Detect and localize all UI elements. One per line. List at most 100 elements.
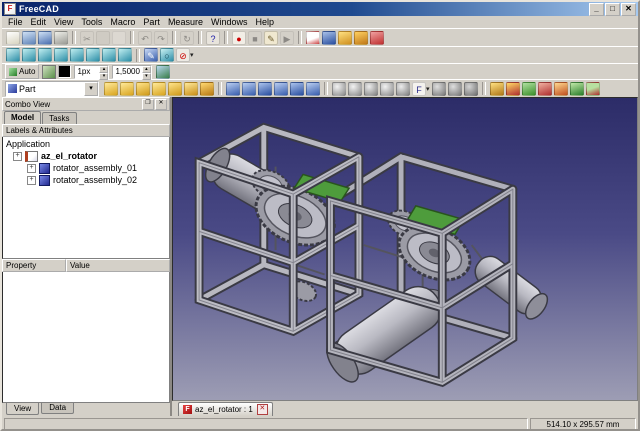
face-color-swatch[interactable] — [58, 65, 72, 78]
boolean-icon[interactable] — [332, 81, 346, 96]
construction-mode-button[interactable]: Auto — [5, 64, 40, 79]
apply-style-icon[interactable] — [155, 64, 170, 79]
expander-icon[interactable]: + — [13, 151, 22, 161]
cut-boolean-icon[interactable] — [380, 81, 394, 96]
line-color-icon[interactable] — [42, 64, 57, 79]
close-button[interactable]: ✕ — [621, 2, 636, 16]
menu-item-macro[interactable]: Macro — [106, 17, 139, 27]
expander-icon[interactable]: + — [27, 163, 36, 173]
scale-arrows[interactable]: ▴ ▾ — [141, 65, 151, 80]
toggle-all-measurements-icon[interactable] — [537, 81, 552, 96]
line-width-arrows[interactable]: ▴ ▾ — [99, 65, 109, 80]
value-column-header[interactable]: Value — [66, 259, 170, 272]
yellow-stack-icon[interactable] — [338, 30, 352, 45]
scale-spinbox[interactable]: 1,5000 ▴ ▾ — [112, 64, 152, 80]
model-tree[interactable]: Application + az_el_rotator + rotator_as… — [2, 137, 170, 259]
tab-model[interactable]: Model — [4, 111, 42, 124]
tree-assembly-row-2[interactable]: + rotator_assembly_02 — [3, 174, 169, 186]
document-tab-label[interactable]: az_el_rotator : 1 — [195, 405, 253, 414]
tree-document-row[interactable]: + az_el_rotator — [3, 150, 169, 162]
workbench-dropdown-arrow[interactable]: ▾ — [84, 81, 98, 96]
macro-record-icon[interactable]: ● — [232, 30, 246, 45]
extrude-icon[interactable] — [226, 81, 240, 96]
minimize-button[interactable]: _ — [589, 2, 604, 16]
set-square-icon[interactable] — [354, 30, 368, 45]
refresh-red-icon[interactable] — [370, 30, 384, 45]
tree-root-label[interactable]: Application — [6, 139, 50, 149]
section-icon[interactable] — [396, 81, 410, 96]
maximize-button[interactable]: □ — [605, 2, 620, 16]
property-column-header[interactable]: Property — [2, 259, 66, 272]
menu-item-tools[interactable]: Tools — [77, 17, 106, 27]
menu-item-edit[interactable]: Edit — [27, 17, 51, 27]
toggle-delta-measurement-icon[interactable] — [569, 81, 584, 96]
scale-value[interactable]: 1,5000 — [113, 66, 141, 78]
part-cone-icon[interactable] — [152, 81, 166, 96]
document-tab[interactable]: F az_el_rotator : 1 ✕ — [178, 402, 273, 416]
menu-item-help[interactable]: Help — [251, 17, 278, 27]
tree-column-header[interactable]: Labels & Attributes — [2, 124, 170, 137]
menu-item-measure[interactable]: Measure — [164, 17, 207, 27]
macro-edit-icon[interactable]: ✎ — [264, 30, 278, 45]
fillet-icon[interactable] — [274, 81, 288, 96]
tree-assembly-2-label[interactable]: rotator_assembly_02 — [53, 175, 137, 185]
fit-all-icon[interactable] — [6, 48, 20, 62]
part-sphere-icon[interactable] — [136, 81, 150, 96]
workbench-selector[interactable]: Part ▾ — [5, 80, 99, 97]
line-width-spinbox[interactable]: 1px ▴ ▾ — [74, 64, 110, 80]
cross-sections-icon[interactable]: F — [412, 81, 426, 96]
menu-item-windows[interactable]: Windows — [207, 17, 252, 27]
mirror-icon[interactable] — [258, 81, 272, 96]
menu-item-part[interactable]: Part — [139, 17, 164, 27]
part-box-icon[interactable] — [104, 81, 118, 96]
right-view-icon[interactable] — [70, 48, 84, 62]
part-torus-icon[interactable] — [168, 81, 182, 96]
offset-icon[interactable] — [431, 81, 446, 96]
measure-refresh-icon[interactable] — [521, 81, 536, 96]
measure-pen-icon[interactable]: ✎ — [144, 48, 158, 62]
save-document-icon[interactable] — [38, 30, 52, 45]
clear-measurement-icon-dropdown[interactable]: ▾ — [190, 51, 194, 59]
tree-root[interactable]: Application — [3, 138, 169, 150]
part-tube-icon[interactable] — [184, 81, 198, 96]
revolve-icon[interactable] — [242, 81, 256, 96]
chamfer-icon[interactable] — [290, 81, 304, 96]
tree-assembly-row-1[interactable]: + rotator_assembly_01 — [3, 162, 169, 174]
new-document-icon[interactable] — [6, 30, 20, 45]
cross-sections-icon-dropdown[interactable]: ▾ — [426, 85, 430, 93]
top-view-icon[interactable] — [54, 48, 68, 62]
zoom-icon[interactable]: ○ — [160, 48, 174, 62]
part-cylinder-icon[interactable] — [120, 81, 134, 96]
property-table-body[interactable] — [2, 272, 170, 403]
tab-close-icon[interactable]: ✕ — [256, 404, 268, 415]
dock-close-button[interactable]: ✕ — [155, 98, 167, 110]
union-icon[interactable] — [348, 81, 362, 96]
notebook-icon[interactable] — [306, 30, 320, 45]
thickness-icon[interactable] — [447, 81, 462, 96]
title-bar[interactable]: F FreeCAD _ □ ✕ — [2, 2, 638, 16]
expander-icon[interactable]: + — [27, 175, 36, 185]
menu-item-view[interactable]: View — [50, 17, 77, 27]
blue-upload-icon[interactable] — [322, 30, 336, 45]
dock-float-button[interactable]: ❐ — [142, 98, 154, 110]
property-tab-view[interactable]: View — [6, 403, 40, 415]
print-icon[interactable] — [54, 30, 68, 45]
axonometric-view-icon[interactable] — [22, 48, 36, 62]
front-view-icon[interactable] — [38, 48, 52, 62]
property-tab-data[interactable]: Data — [41, 403, 75, 414]
line-width-value[interactable]: 1px — [75, 66, 99, 78]
left-view-icon[interactable] — [118, 48, 132, 62]
tree-document-label[interactable]: az_el_rotator — [41, 151, 97, 161]
toggle-3d-measurement-icon[interactable] — [553, 81, 568, 96]
menu-item-file[interactable]: File — [4, 17, 27, 27]
combo-view-titlebar[interactable]: Combo View ❐ ✕ — [2, 97, 170, 111]
common-icon[interactable] — [364, 81, 378, 96]
measure-angular-icon[interactable] — [505, 81, 520, 96]
clear-all-measurements-icon[interactable] — [585, 81, 600, 96]
tab-tasks[interactable]: Tasks — [42, 112, 77, 124]
3d-viewport[interactable] — [172, 97, 638, 401]
clear-measurement-icon[interactable]: ⊘ — [176, 48, 190, 62]
whats-this-icon[interactable]: ? — [206, 30, 220, 45]
tree-assembly-1-label[interactable]: rotator_assembly_01 — [53, 163, 137, 173]
measure-linear-icon[interactable] — [489, 81, 504, 96]
